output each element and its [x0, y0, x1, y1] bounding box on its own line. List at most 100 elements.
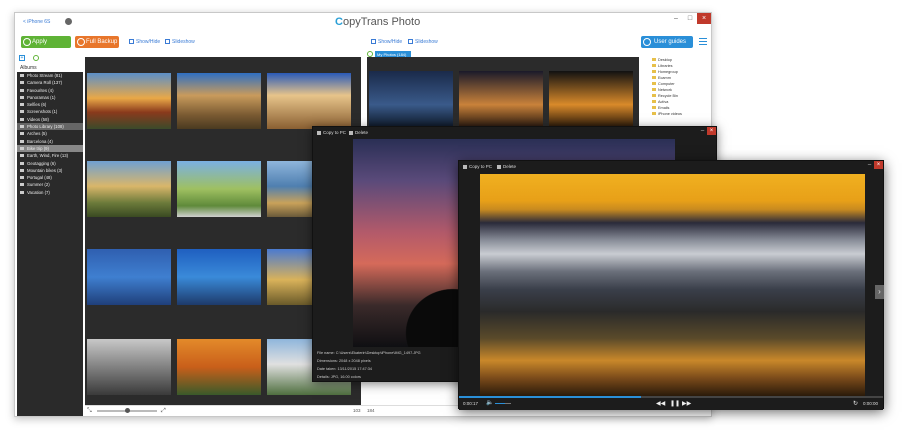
close-button[interactable]: ×: [697, 13, 711, 24]
photo-thumbnail[interactable]: [87, 73, 171, 129]
eject-icon[interactable]: [65, 18, 72, 25]
folder-tree: Desktop Libraries Homegroup Ecamm Comput…: [648, 57, 711, 129]
copy-to-pc-button[interactable]: Copy to PC: [463, 164, 492, 169]
info-date: Date taken: 13/11/2015 17:47:34: [317, 367, 373, 371]
zoom-out-icon[interactable]: ⤡: [87, 408, 92, 415]
window-controls: – □ ×: [669, 13, 711, 24]
app-logo: CopyTrans Photo: [335, 16, 420, 28]
total-time: 0:00:00: [863, 401, 879, 406]
photo-thumbnail[interactable]: [177, 339, 261, 395]
show-hide-right-button[interactable]: Show/Hide: [371, 39, 402, 45]
albums-sidebar: + Albums Photo Stream (81) Camera Roll (…: [17, 54, 83, 416]
info-details: Details: JPG, 16.00 colors: [317, 375, 361, 379]
album-item[interactable]: Photo Library (108): [17, 123, 83, 131]
viewer-toolbar: Copy to PC Delete – ×: [459, 161, 883, 173]
backup-icon: [77, 38, 85, 46]
album-item[interactable]: Panoramas (1): [17, 94, 83, 101]
album-item[interactable]: Summer (2): [17, 181, 83, 188]
apply-changes-button[interactable]: Apply changes: [21, 36, 71, 57]
slideshow-icon: [165, 39, 170, 45]
minimize-button[interactable]: –: [698, 127, 707, 135]
pc-photo-grid: [367, 57, 639, 127]
album-item[interactable]: Camera Roll (137): [17, 79, 83, 86]
progress-fill: [459, 396, 642, 398]
slideshow-left-button[interactable]: Slideshow: [165, 39, 195, 45]
left-photo-count: 103: [353, 408, 361, 413]
trash-icon: [349, 130, 353, 135]
delete-label: Delete: [503, 164, 517, 169]
album-item[interactable]: Arches (5): [17, 130, 83, 137]
next-arrow-icon[interactable]: ›: [875, 285, 884, 299]
slideshow-right-label: Slideshow: [415, 39, 438, 45]
copy-to-pc-button[interactable]: Copy to PC: [317, 130, 346, 135]
info-filename: File name: C:\Users\Ekaterin\Desktop\iPh…: [317, 351, 421, 355]
fast-forward-icon[interactable]: ▶▶: [682, 400, 691, 407]
minimize-button[interactable]: –: [669, 13, 683, 24]
photo-thumbnail[interactable]: [267, 73, 351, 129]
close-button[interactable]: ×: [707, 127, 716, 135]
album-item[interactable]: Bike trip (9): [17, 144, 83, 153]
photo-thumbnail[interactable]: [459, 71, 543, 127]
viewer-window-controls: – ×: [865, 161, 883, 169]
album-item[interactable]: Mountain bikes (3): [17, 167, 83, 174]
album-item[interactable]: Vacation (7): [17, 189, 83, 196]
delete-button[interactable]: Delete: [497, 164, 516, 169]
photo-thumbnail[interactable]: [87, 249, 171, 305]
album-item[interactable]: Barcelona (4): [17, 138, 83, 145]
user-guides-button[interactable]: User guides: [641, 36, 693, 48]
copy-to-pc-label: Copy to PC: [469, 164, 493, 169]
repeat-icon[interactable]: ↻: [853, 400, 858, 407]
sidebar-actions: +: [17, 54, 83, 64]
show-hide-left-button[interactable]: Show/Hide: [129, 39, 160, 45]
album-item[interactable]: Screenshots (1): [17, 108, 83, 115]
viewer-window-controls: – ×: [698, 127, 716, 135]
album-item[interactable]: Favourites (4): [17, 87, 83, 94]
photo-thumbnail[interactable]: [177, 161, 261, 217]
album-item[interactable]: Earth, Wind, Fire (13): [17, 152, 83, 159]
add-album-icon[interactable]: +: [19, 55, 25, 61]
volume-fill: [495, 403, 505, 404]
device-selector[interactable]: < iPhone 6S: [23, 19, 50, 25]
app-logo-mark: C: [335, 16, 343, 28]
photo-thumbnail[interactable]: [87, 161, 171, 217]
current-time: 0:00:17: [463, 401, 479, 406]
zoom-in-icon[interactable]: ⤢: [161, 408, 166, 415]
album-item[interactable]: Videos (58): [17, 116, 83, 123]
app-logo-text: opyTrans Photo: [342, 16, 421, 28]
video-viewer-window: Copy to PC Delete – × › 0:00:17 🔈 ◀◀ ❚❚ …: [458, 160, 884, 410]
photo-thumbnail[interactable]: [87, 339, 171, 395]
zoom-slider-left[interactable]: [97, 408, 157, 413]
photo-thumbnail[interactable]: [177, 73, 261, 129]
toolbar: Apply changes Full Backup Show/Hide Slid…: [15, 35, 711, 57]
menu-icon[interactable]: [699, 38, 707, 45]
photo-thumbnail[interactable]: [369, 71, 453, 127]
video-frame: [480, 174, 865, 396]
volume-icon[interactable]: 🔈: [486, 399, 493, 406]
minimize-button[interactable]: –: [865, 161, 874, 169]
user-guides-label: User guides: [654, 39, 687, 45]
folder-item[interactable]: iPhone videos: [648, 111, 711, 117]
pause-icon[interactable]: ❚❚: [670, 400, 680, 407]
close-button[interactable]: ×: [874, 161, 883, 169]
delete-button[interactable]: Delete: [349, 130, 368, 135]
album-item[interactable]: Geotagging (6): [17, 160, 83, 167]
maximize-button[interactable]: □: [683, 13, 697, 24]
album-item[interactable]: Photo Stream (81): [17, 72, 83, 79]
viewer-toolbar: Copy to PC Delete – ×: [313, 127, 716, 139]
home-icon[interactable]: [33, 55, 39, 61]
album-item[interactable]: Selfies (6): [17, 101, 83, 108]
show-hide-right-label: Show/Hide: [378, 39, 403, 45]
progress-bar[interactable]: [459, 396, 883, 398]
copy-icon: [463, 164, 467, 169]
full-backup-button[interactable]: Full Backup: [75, 36, 119, 48]
photo-thumbnail[interactable]: [549, 71, 633, 127]
trash-icon: [497, 164, 501, 169]
slideshow-right-button[interactable]: Slideshow: [408, 39, 438, 45]
show-hide-left-label: Show/Hide: [136, 39, 161, 45]
zoom-slider-knob[interactable]: [125, 408, 130, 413]
photo-thumbnail[interactable]: [177, 249, 261, 305]
rewind-icon[interactable]: ◀◀: [656, 400, 665, 407]
volume-slider[interactable]: [495, 403, 511, 404]
album-item[interactable]: Portugal (48): [17, 174, 83, 181]
info-dimensions: Dimensions: 2048 x 2048 pixels: [317, 359, 371, 363]
